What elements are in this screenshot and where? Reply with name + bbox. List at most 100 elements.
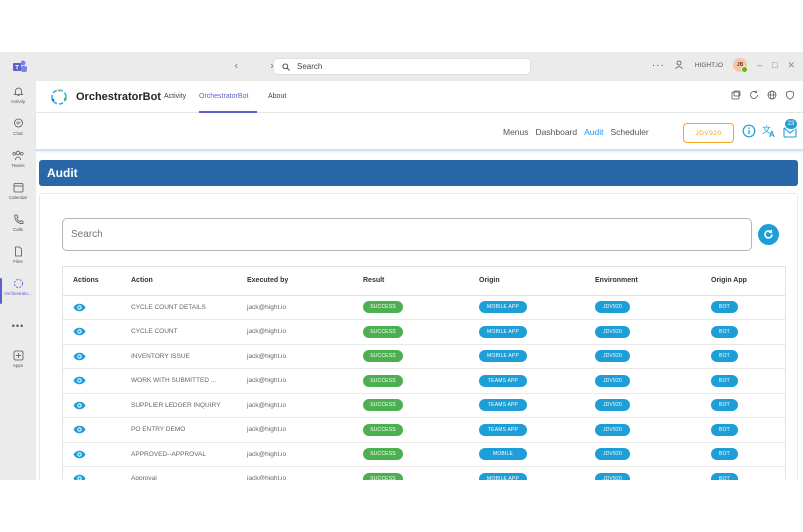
top-nav-links: Menus Dashboard Audit Scheduler: [503, 127, 649, 137]
column-header[interactable]: Actions: [63, 267, 121, 296]
view-button[interactable]: [73, 401, 86, 409]
action-cell: CYCLE COUNT: [121, 319, 237, 345]
action-cell: WORK WITH SUBMITTED ...: [121, 368, 237, 394]
rail-item-chat[interactable]: Chat: [0, 118, 36, 136]
action-cell: CYCLE COUNT DETAILS: [121, 295, 237, 320]
environment-badge: JDV920: [595, 325, 630, 338]
refresh-button[interactable]: [758, 224, 779, 245]
rail-label: Teams: [11, 163, 25, 168]
more-options-icon[interactable]: ···: [652, 60, 665, 71]
column-header[interactable]: Origin App: [701, 267, 785, 296]
rail-item-calls[interactable]: Calls: [0, 214, 36, 232]
nav-scheduler[interactable]: Scheduler: [610, 127, 648, 137]
teams-window: T ‹ › Search ··· HIGHT.IO JB – □ ✕ Activ…: [0, 52, 803, 480]
action-cell: APPROVED--APPROVAL: [121, 442, 237, 467]
view-button[interactable]: [73, 377, 86, 385]
result-badge: SUCCESS: [363, 374, 403, 387]
rail-item-more[interactable]: •••: [0, 321, 36, 331]
actions-cell: [63, 344, 121, 369]
action-cell: INVENTORY ISSUE: [121, 344, 237, 369]
view-button[interactable]: [73, 303, 86, 311]
view-eye-icon: [73, 426, 86, 434]
table-row[interactable]: WORK WITH SUBMITTED ... jack@hight.io SUCC…: [63, 368, 785, 394]
rail-item-calendar[interactable]: Calendar: [0, 182, 36, 200]
title-bar: T ‹ › Search ··· HIGHT.IO JB – □ ✕: [0, 52, 803, 81]
result-cell: SUCCESS: [353, 393, 469, 418]
result-cell: SUCCESS: [353, 442, 469, 467]
teams-search-input[interactable]: Search: [273, 58, 531, 75]
table-row[interactable]: PO ENTRY DEMO jack@hight.io SUCCESS TEAMS A…: [63, 417, 785, 443]
view-button[interactable]: [73, 450, 86, 458]
globe-icon[interactable]: [767, 90, 777, 100]
table-row[interactable]: SUPPLIER LEDGER INQUIRY jack@hight.io SUCC…: [63, 393, 785, 418]
environment-cell: JDV920: [585, 442, 701, 467]
executed-by-cell: jack@hight.io: [237, 344, 353, 369]
table-row[interactable]: Approval jack@hight.io SUCCESS MOBILE APP JD…: [63, 466, 785, 480]
nav-menus[interactable]: Menus: [503, 127, 529, 137]
tab-activity[interactable]: Activity: [164, 93, 186, 100]
view-button[interactable]: [73, 352, 86, 360]
view-button[interactable]: [73, 426, 86, 434]
table-row[interactable]: APPROVED--APPROVAL jack@hight.io SUCCESS MO…: [63, 442, 785, 467]
top-nav: Menus Dashboard Audit Scheduler JDV920 文…: [36, 113, 803, 151]
table-row[interactable]: CYCLE COUNT jack@hight.io SUCCESS MOBILE AP…: [63, 319, 785, 345]
view-button[interactable]: [73, 328, 86, 336]
column-header[interactable]: Origin: [469, 267, 585, 296]
nav-dashboard[interactable]: Dashboard: [536, 127, 578, 137]
origin-app-badge: BOT: [711, 472, 738, 480]
origin-cell: MOBILE APP: [469, 344, 585, 369]
teams-logo-icon[interactable]: T: [13, 60, 27, 73]
people-icon[interactable]: [675, 60, 685, 70]
view-eye-icon: [73, 328, 86, 336]
origin-cell: MOBILE APP: [469, 466, 585, 480]
info-icon[interactable]: [742, 124, 756, 138]
tab-about[interactable]: About: [268, 93, 286, 100]
minimize-icon[interactable]: –: [757, 60, 762, 70]
tab-orchestratorbot[interactable]: OrchestratorBot: [199, 93, 248, 100]
column-header[interactable]: Result: [353, 267, 469, 296]
user-avatar[interactable]: JB: [733, 58, 748, 73]
reload-icon[interactable]: [749, 90, 759, 100]
rail-item-files[interactable]: Files: [0, 246, 36, 264]
environment-button[interactable]: JDV920: [683, 123, 734, 143]
audit-table: Actions Action Executed by Result Origin…: [63, 267, 785, 480]
audit-search-input[interactable]: [62, 218, 752, 251]
table-row[interactable]: INVENTORY ISSUE jack@hight.io SUCCESS MOBIL…: [63, 344, 785, 369]
table-row[interactable]: CYCLE COUNT DETAILS jack@hight.io SUCCESS M…: [63, 295, 785, 320]
origin-app-cell: BOT: [701, 442, 785, 467]
org-name[interactable]: HIGHT.IO: [695, 62, 723, 69]
result-cell: SUCCESS: [353, 466, 469, 480]
svg-text:A: A: [769, 130, 775, 138]
calendar-icon: [13, 183, 23, 193]
column-header[interactable]: Environment: [585, 267, 701, 296]
environment-badge: JDV920: [595, 350, 630, 363]
environment-badge: JDV920: [595, 399, 630, 412]
result-badge: SUCCESS: [363, 472, 403, 480]
actions-cell: [63, 442, 121, 467]
rail-item-apps[interactable]: Apps: [0, 350, 36, 368]
rail-label: Orchestrato...: [4, 291, 32, 296]
rail-item-orchestrator[interactable]: Orchestrato...: [0, 278, 36, 296]
origin-cell: TEAMS APP: [469, 417, 585, 443]
app-content: Menus Dashboard Audit Scheduler JDV920 文…: [36, 113, 803, 480]
environment-cell: JDV920: [585, 466, 701, 480]
column-header[interactable]: Executed by: [237, 267, 353, 296]
page-title-banner: Audit: [39, 160, 798, 186]
add-app-icon: [13, 350, 23, 361]
maximize-icon[interactable]: □: [772, 60, 777, 70]
translate-icon[interactable]: 文A: [762, 124, 777, 138]
column-header[interactable]: Action: [121, 267, 237, 296]
actions-cell: [63, 466, 121, 480]
close-icon[interactable]: ✕: [787, 60, 795, 71]
popout-icon[interactable]: [731, 90, 741, 100]
view-button[interactable]: [73, 475, 86, 480]
origin-app-badge: BOT: [711, 374, 738, 387]
rail-item-teams[interactable]: Teams: [0, 150, 36, 168]
rail-item-activity[interactable]: Activity: [0, 86, 36, 104]
executed-by-cell: jack@hight.io: [237, 466, 353, 480]
nav-audit[interactable]: Audit: [584, 127, 603, 137]
shield-icon[interactable]: [785, 90, 795, 100]
action-cell: SUPPLIER LEDGER INQUIRY: [121, 393, 237, 418]
notification-badge[interactable]: 23: [784, 118, 798, 130]
executed-by-cell: jack@hight.io: [237, 417, 353, 443]
